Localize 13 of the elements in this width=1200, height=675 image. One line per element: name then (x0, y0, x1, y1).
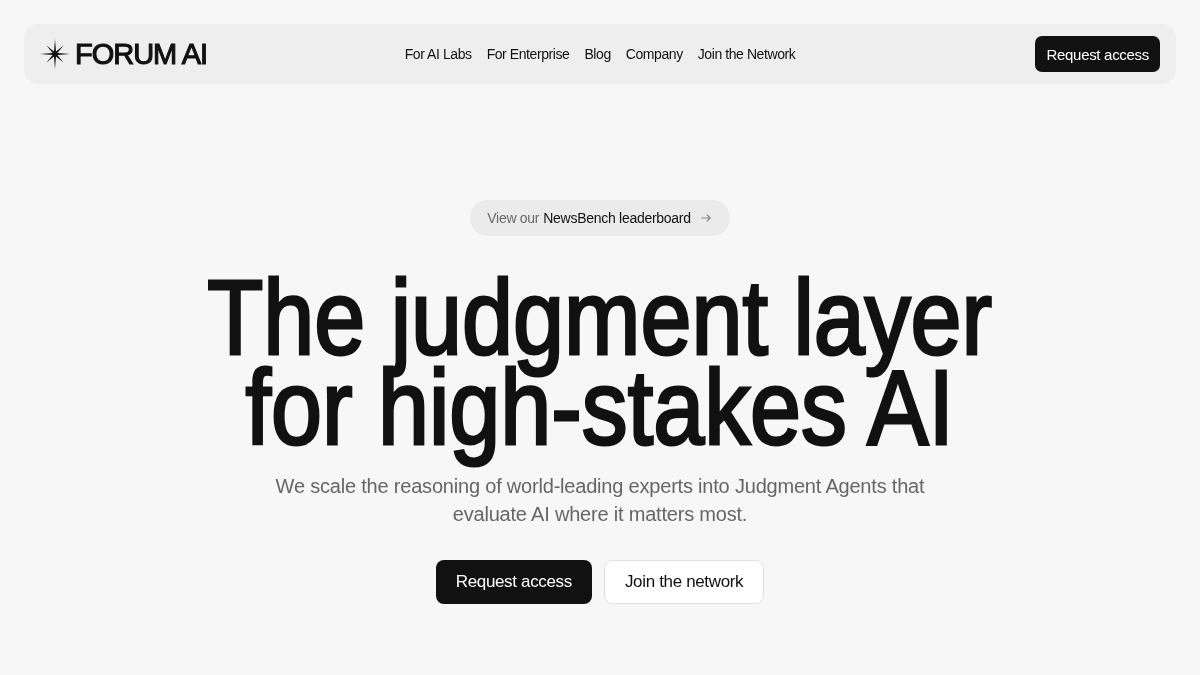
leaderboard-link[interactable]: View our NewsBench leaderboard (470, 200, 730, 236)
join-network-button[interactable]: Join the network (603, 560, 765, 604)
request-access-button[interactable]: Request access (1035, 36, 1160, 72)
brand-name: FORUM AI (75, 39, 209, 69)
hero-headline: The judgment layer for high-stakes AI (207, 272, 993, 468)
nav-link[interactable]: Blog (584, 46, 611, 62)
arrow-right-icon (700, 214, 711, 222)
nav-link[interactable]: Join the Network (697, 46, 796, 62)
hero-subtitle: We scale the reasoning of world-leading experts into Judgment Agents that evaluate AI where it matters most. (274, 474, 926, 527)
nav-link[interactable]: Company (625, 46, 683, 62)
nav-link[interactable]: For AI Labs (404, 46, 472, 62)
nav-link[interactable]: For Enterprise (486, 46, 570, 62)
request-access-button[interactable]: Request access (435, 560, 592, 604)
